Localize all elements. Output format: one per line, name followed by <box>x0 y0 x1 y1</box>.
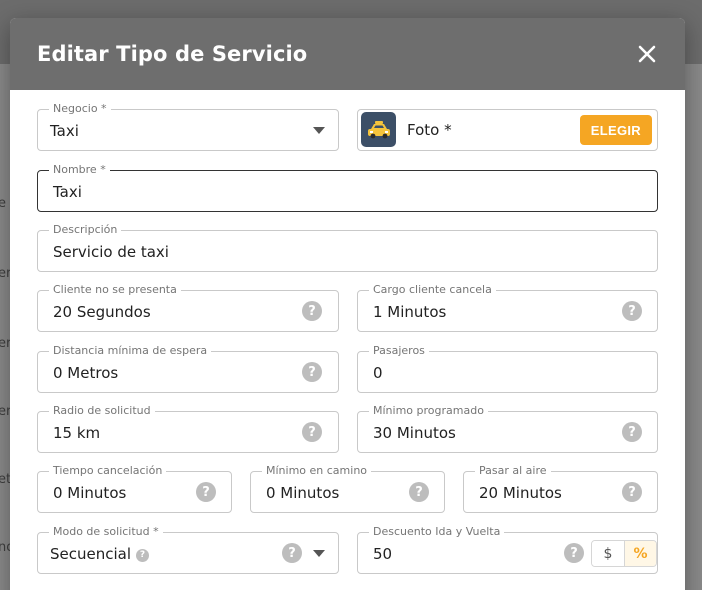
chevron-down-icon[interactable] <box>313 550 325 557</box>
nombre-label: Nombre * <box>49 163 110 177</box>
nombre-value: Taxi <box>53 183 82 201</box>
descuento-input[interactable]: Descuento Ida y Vuelta 50 ? $ % <box>357 525 658 574</box>
minimo-programado-label: Mínimo programado <box>369 404 488 418</box>
pasajeros-value: 0 <box>373 364 383 382</box>
help-icon[interactable]: ? <box>136 548 150 562</box>
close-icon[interactable] <box>635 42 659 66</box>
minimo-programado-value: 30 Minutos <box>373 424 456 442</box>
pasajeros-label: Pasajeros <box>369 344 429 358</box>
tiempo-cancelacion-value: 0 Minutos <box>53 484 127 502</box>
discount-amount-option[interactable]: $ <box>592 541 624 566</box>
help-icon[interactable]: ? <box>302 362 322 382</box>
chevron-down-icon[interactable] <box>313 127 325 134</box>
choose-photo-button[interactable]: ELEGIR <box>579 115 652 145</box>
negocio-value: Taxi <box>50 122 79 140</box>
help-icon[interactable]: ? <box>622 422 642 442</box>
dialog-header: Editar Tipo de Servicio <box>10 18 685 90</box>
pasar-al-aire-value: 20 Minutos <box>479 484 562 502</box>
cargo-cliente-cancela-label: Cargo cliente cancela <box>369 283 496 297</box>
taxi-icon <box>361 112 396 147</box>
minimo-programado-input[interactable]: Mínimo programado 30 Minutos ? <box>357 404 658 453</box>
foto-label: Foto * <box>407 121 452 139</box>
distancia-minima-label: Distancia mínima de espera <box>49 344 212 358</box>
tiempo-cancelacion-label: Tiempo cancelación <box>49 464 167 478</box>
distancia-minima-value: 0 Metros <box>53 364 119 382</box>
modo-solicitud-select[interactable]: Modo de solicitud * Secuencial? ? <box>37 525 339 574</box>
cargo-cliente-cancela-value: 1 Minutos <box>373 303 447 321</box>
cliente-no-presenta-value: 20 Segundos <box>53 303 151 321</box>
help-icon[interactable]: ? <box>564 543 584 563</box>
radio-solicitud-input[interactable]: Radio de solicitud 15 km ? <box>37 404 339 453</box>
minimo-en-camino-input[interactable]: Mínimo en camino 0 Minutos ? <box>250 464 445 513</box>
modo-solicitud-label: Modo de solicitud * <box>49 525 163 539</box>
help-icon[interactable]: ? <box>409 482 429 502</box>
nombre-input[interactable]: Nombre * Taxi <box>37 163 658 212</box>
negocio-label: Negocio * <box>49 102 111 116</box>
pasar-al-aire-input[interactable]: Pasar al aire 20 Minutos ? <box>463 464 658 513</box>
descuento-value: 50 <box>373 545 393 563</box>
tiempo-cancelacion-input[interactable]: Tiempo cancelación 0 Minutos ? <box>37 464 232 513</box>
descripcion-value: Servicio de taxi <box>53 243 169 261</box>
help-icon[interactable]: ? <box>622 301 642 321</box>
minimo-en-camino-value: 0 Minutos <box>266 484 340 502</box>
modo-solicitud-value: Secuencial? <box>50 544 150 564</box>
cargo-cliente-cancela-input[interactable]: Cargo cliente cancela 1 Minutos ? <box>357 283 658 332</box>
discount-percent-option[interactable]: % <box>624 541 656 566</box>
pasajeros-input[interactable]: Pasajeros 0 <box>357 344 658 393</box>
help-icon[interactable]: ? <box>302 301 322 321</box>
minimo-en-camino-label: Mínimo en camino <box>262 464 372 478</box>
descripcion-input[interactable]: Descripción Servicio de taxi <box>37 223 658 272</box>
dialog-title: Editar Tipo de Servicio <box>37 42 308 66</box>
help-icon[interactable]: ? <box>302 422 322 442</box>
foto-field: Foto * ELEGIR <box>357 109 658 151</box>
help-icon[interactable]: ? <box>282 543 302 563</box>
edit-service-type-dialog: Editar Tipo de Servicio Negocio * Taxi F… <box>10 18 685 590</box>
help-icon[interactable]: ? <box>196 482 216 502</box>
modo-solicitud-text: Secuencial <box>50 545 132 563</box>
negocio-select[interactable]: Negocio * Taxi <box>37 102 339 151</box>
help-icon[interactable]: ? <box>622 482 642 502</box>
pasar-al-aire-label: Pasar al aire <box>475 464 551 478</box>
discount-type-toggle: $ % <box>591 540 657 567</box>
cliente-no-presenta-label: Cliente no se presenta <box>49 283 181 297</box>
descripcion-label: Descripción <box>49 223 122 237</box>
radio-solicitud-label: Radio de solicitud <box>49 404 155 418</box>
cliente-no-presenta-input[interactable]: Cliente no se presenta 20 Segundos ? <box>37 283 339 332</box>
descuento-label: Descuento Ida y Vuelta <box>369 525 505 539</box>
radio-solicitud-value: 15 km <box>53 424 101 442</box>
distancia-minima-input[interactable]: Distancia mínima de espera 0 Metros ? <box>37 344 339 393</box>
